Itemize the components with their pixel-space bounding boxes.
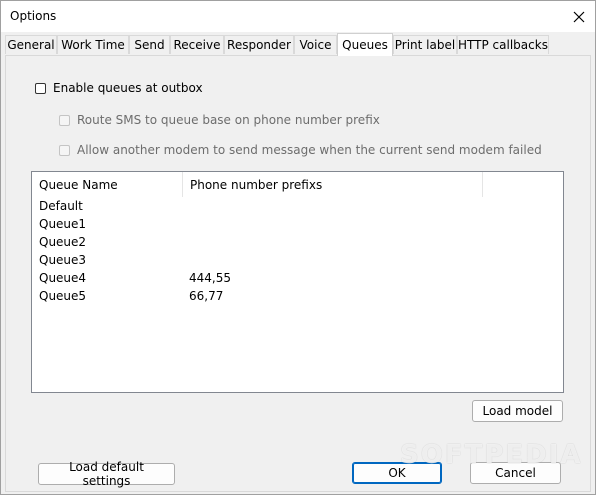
tab-http-callbacks[interactable]: HTTP callbacks <box>457 35 549 54</box>
queue-name-cell: Queue5 <box>39 289 87 303</box>
tab-responder[interactable]: Responder <box>224 35 294 54</box>
table-row[interactable]: Queue1 <box>32 215 563 233</box>
table-row[interactable]: Queue4 444,55 <box>32 269 563 287</box>
tab-send[interactable]: Send <box>129 35 170 54</box>
options-window: Options General Work Time Send Receive R… <box>0 0 596 495</box>
column-header-phone-prefixes[interactable]: Phone number prefixs <box>183 172 483 197</box>
prefix-cell: 444,55 <box>189 271 231 285</box>
tab-strip: General Work Time Send Receive Responder… <box>5 33 593 56</box>
enable-queues-label: Enable queues at outbox <box>53 81 203 95</box>
tab-work-time[interactable]: Work Time <box>57 35 129 54</box>
allow-modem-label: Allow another modem to send message when… <box>77 143 542 157</box>
table-row[interactable]: Queue5 66,77 <box>32 287 563 305</box>
load-default-settings-button[interactable]: Load default settings <box>38 460 175 488</box>
route-sms-label: Route SMS to queue base on phone number … <box>77 113 380 127</box>
tab-queues[interactable]: Queues <box>337 33 393 56</box>
queue-name-cell: Default <box>39 199 83 213</box>
load-model-button[interactable]: Load model <box>472 400 563 422</box>
column-header-queue-name[interactable]: Queue Name <box>32 172 183 197</box>
tab-general[interactable]: General <box>5 35 57 54</box>
tab-voice[interactable]: Voice <box>294 35 337 54</box>
allow-modem-checkbox: Allow another modem to send message when… <box>59 143 542 157</box>
tab-receive[interactable]: Receive <box>170 35 224 54</box>
checkbox-box <box>59 114 70 126</box>
route-sms-checkbox: Route SMS to queue base on phone number … <box>59 113 380 127</box>
queue-list[interactable]: Queue Name Phone number prefixs Default … <box>31 171 564 393</box>
watermark: SOFTPEDIA <box>400 440 583 470</box>
queue-name-cell: Queue4 <box>39 271 87 285</box>
table-row[interactable]: Queue2 <box>32 233 563 251</box>
checkbox-box <box>59 144 70 156</box>
window-title: Options <box>10 9 57 23</box>
enable-queues-checkbox[interactable]: Enable queues at outbox <box>35 81 203 95</box>
prefix-cell: 66,77 <box>189 289 224 303</box>
list-header: Queue Name Phone number prefixs <box>32 172 563 197</box>
close-button[interactable] <box>567 5 591 29</box>
title-bar: Options <box>1 1 595 32</box>
close-icon <box>573 11 585 23</box>
table-row[interactable]: Default <box>32 197 563 215</box>
queue-name-cell: Queue3 <box>39 253 87 267</box>
queue-name-cell: Queue1 <box>39 217 87 231</box>
table-row[interactable]: Queue3 <box>32 251 563 269</box>
checkbox-box[interactable] <box>35 82 46 94</box>
queue-name-cell: Queue2 <box>39 235 87 249</box>
tab-print-label[interactable]: Print label <box>393 35 457 54</box>
